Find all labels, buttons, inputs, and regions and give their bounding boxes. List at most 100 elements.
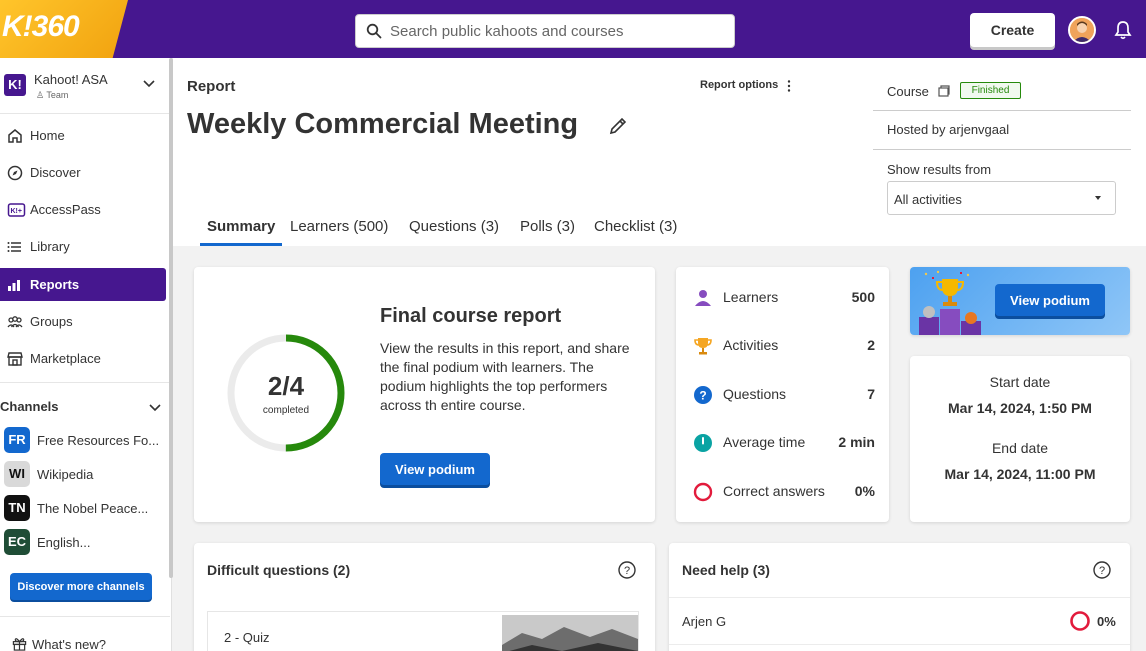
hosted-by-text: Hosted by arjenvgaal bbox=[887, 122, 1010, 137]
learner-row[interactable]: Arjen G 0% bbox=[669, 597, 1130, 645]
bell-icon[interactable] bbox=[1114, 20, 1132, 40]
search-input[interactable] bbox=[390, 15, 720, 47]
page-title: Weekly Commercial Meeting bbox=[187, 108, 579, 140]
stat-average-time: Average time 2 min bbox=[676, 418, 889, 466]
end-date-value: Mar 14, 2024, 11:00 PM bbox=[944, 466, 1096, 482]
org-switcher[interactable]: K! Kahoot! ASA ♙ Team bbox=[0, 58, 170, 114]
stat-value: 0% bbox=[854, 483, 875, 499]
sidebar-item-label: Reports bbox=[30, 277, 80, 292]
help-circle-icon[interactable]: ? bbox=[618, 561, 636, 579]
tab-checklist[interactable]: Checklist (3) bbox=[594, 218, 677, 246]
kahoot-360-logo[interactable]: K!360 bbox=[0, 0, 128, 58]
end-date-label: End date bbox=[991, 440, 1049, 456]
ring-icon bbox=[693, 482, 713, 502]
help-circle-icon[interactable]: ? bbox=[1093, 561, 1111, 579]
stat-value: 2 min bbox=[838, 434, 875, 450]
final-report-description: View the results in this report, and sha… bbox=[380, 340, 630, 413]
sidebar-item-discover[interactable]: Discover bbox=[0, 156, 166, 189]
sidebar-item-library[interactable]: Library bbox=[0, 230, 166, 263]
tab-learners[interactable]: Learners (500) bbox=[290, 218, 388, 246]
chevron-down-icon[interactable] bbox=[142, 76, 156, 90]
channel-item-free-resources[interactable]: FR Free Resources Fo... bbox=[4, 425, 170, 455]
compass-icon bbox=[7, 165, 23, 181]
channel-item-wikipedia[interactable]: WI Wikipedia bbox=[4, 459, 170, 489]
stat-activities: Activities 2 bbox=[676, 321, 889, 369]
report-header: Report Weekly Commercial Meeting Report … bbox=[173, 58, 1146, 246]
final-course-report-card: 2/4 completed Final course report View t… bbox=[194, 267, 655, 522]
sidebar-item-home[interactable]: Home bbox=[0, 119, 166, 152]
sidebar-item-label: Library bbox=[30, 239, 70, 254]
logo-text: K!360 bbox=[2, 10, 80, 43]
top-bar: K!360 Create bbox=[0, 0, 1146, 58]
tab-summary[interactable]: Summary bbox=[200, 218, 283, 246]
mountain-landscape-image bbox=[502, 615, 638, 651]
chevron-down-icon[interactable] bbox=[148, 400, 162, 414]
sidebar-item-accesspass[interactable]: K!+ AccessPass bbox=[0, 193, 166, 226]
whats-new-label: What's new? bbox=[32, 637, 107, 651]
sidebar-divider bbox=[0, 382, 170, 383]
sidebar-item-marketplace[interactable]: Marketplace bbox=[0, 342, 166, 375]
need-help-title: Need help (3) bbox=[682, 562, 770, 578]
difficult-question-row[interactable]: 2 - Quiz bbox=[207, 611, 639, 651]
accesspass-icon: K!+ bbox=[7, 203, 26, 217]
stat-label: Activities bbox=[723, 337, 779, 353]
completion-count: 2/4 bbox=[267, 371, 305, 401]
trophy-icon bbox=[694, 338, 712, 355]
stat-value: 500 bbox=[851, 289, 875, 305]
channel-badge: TN bbox=[4, 495, 30, 521]
course-icon bbox=[938, 85, 950, 97]
view-podium-button[interactable]: View podium bbox=[380, 453, 490, 485]
tab-questions[interactable]: Questions (3) bbox=[409, 218, 499, 246]
difficult-questions-title: Difficult questions (2) bbox=[207, 562, 351, 578]
pencil-icon[interactable] bbox=[608, 116, 628, 136]
home-icon bbox=[8, 129, 22, 143]
meta-divider bbox=[873, 149, 1131, 150]
clock-icon bbox=[694, 434, 712, 452]
more-options-icon[interactable] bbox=[786, 80, 792, 92]
discover-more-channels-button[interactable]: Discover more channels bbox=[10, 573, 152, 600]
channel-label: Free Resources Fo... bbox=[37, 433, 160, 448]
sidebar: K! Kahoot! ASA ♙ Team Home Discover K!+ … bbox=[0, 58, 172, 651]
start-date-value: Mar 14, 2024, 1:50 PM bbox=[948, 400, 1092, 416]
search-icon bbox=[366, 23, 382, 39]
stat-label: Correct answers bbox=[723, 483, 825, 499]
start-date-label: Start date bbox=[989, 374, 1051, 390]
tab-polls[interactable]: Polls (3) bbox=[520, 218, 575, 246]
view-podium-button[interactable]: View podium bbox=[995, 284, 1105, 316]
stat-label: Questions bbox=[723, 386, 787, 402]
channel-item-english[interactable]: EC English... bbox=[4, 527, 170, 557]
org-type-label: Team bbox=[46, 90, 69, 100]
question-icon: ? bbox=[694, 386, 712, 404]
difficult-questions-card: Difficult questions (2) ? 2 - Quiz bbox=[194, 543, 655, 651]
search-box[interactable] bbox=[355, 14, 735, 48]
stat-correct-answers: Correct answers 0% bbox=[676, 467, 889, 515]
meta-divider bbox=[873, 110, 1131, 111]
sidebar-item-groups[interactable]: Groups bbox=[0, 305, 166, 338]
svg-text:?: ? bbox=[699, 389, 706, 403]
channel-label: Wikipedia bbox=[37, 467, 94, 482]
list-icon bbox=[7, 242, 21, 252]
podium-card: View podium bbox=[910, 267, 1130, 335]
course-label: Course bbox=[887, 84, 929, 99]
svg-text:?: ? bbox=[1099, 565, 1105, 577]
stat-value: 7 bbox=[867, 386, 875, 402]
person-icon bbox=[695, 290, 711, 306]
sidebar-item-label: Groups bbox=[30, 314, 73, 329]
show-results-select[interactable]: All activities bbox=[887, 181, 1116, 215]
channel-item-nobel-peace[interactable]: TN The Nobel Peace... bbox=[4, 493, 170, 523]
create-button[interactable]: Create bbox=[970, 13, 1055, 47]
show-results-label: Show results from bbox=[887, 162, 992, 177]
final-report-title: Final course report bbox=[380, 305, 562, 327]
report-options-button[interactable]: Report options bbox=[700, 79, 778, 91]
svg-text:K!+: K!+ bbox=[11, 208, 22, 215]
user-avatar[interactable] bbox=[1068, 16, 1096, 44]
store-icon bbox=[7, 352, 23, 366]
svg-text:?: ? bbox=[624, 565, 630, 577]
sidebar-item-label: Marketplace bbox=[30, 351, 101, 366]
channel-badge: EC bbox=[4, 529, 30, 555]
podium-illustration bbox=[919, 270, 981, 335]
sidebar-divider bbox=[0, 616, 170, 617]
learner-score: 0% bbox=[1097, 614, 1116, 629]
sidebar-item-label: Home bbox=[30, 128, 65, 143]
sidebar-item-reports[interactable]: Reports bbox=[0, 268, 166, 301]
